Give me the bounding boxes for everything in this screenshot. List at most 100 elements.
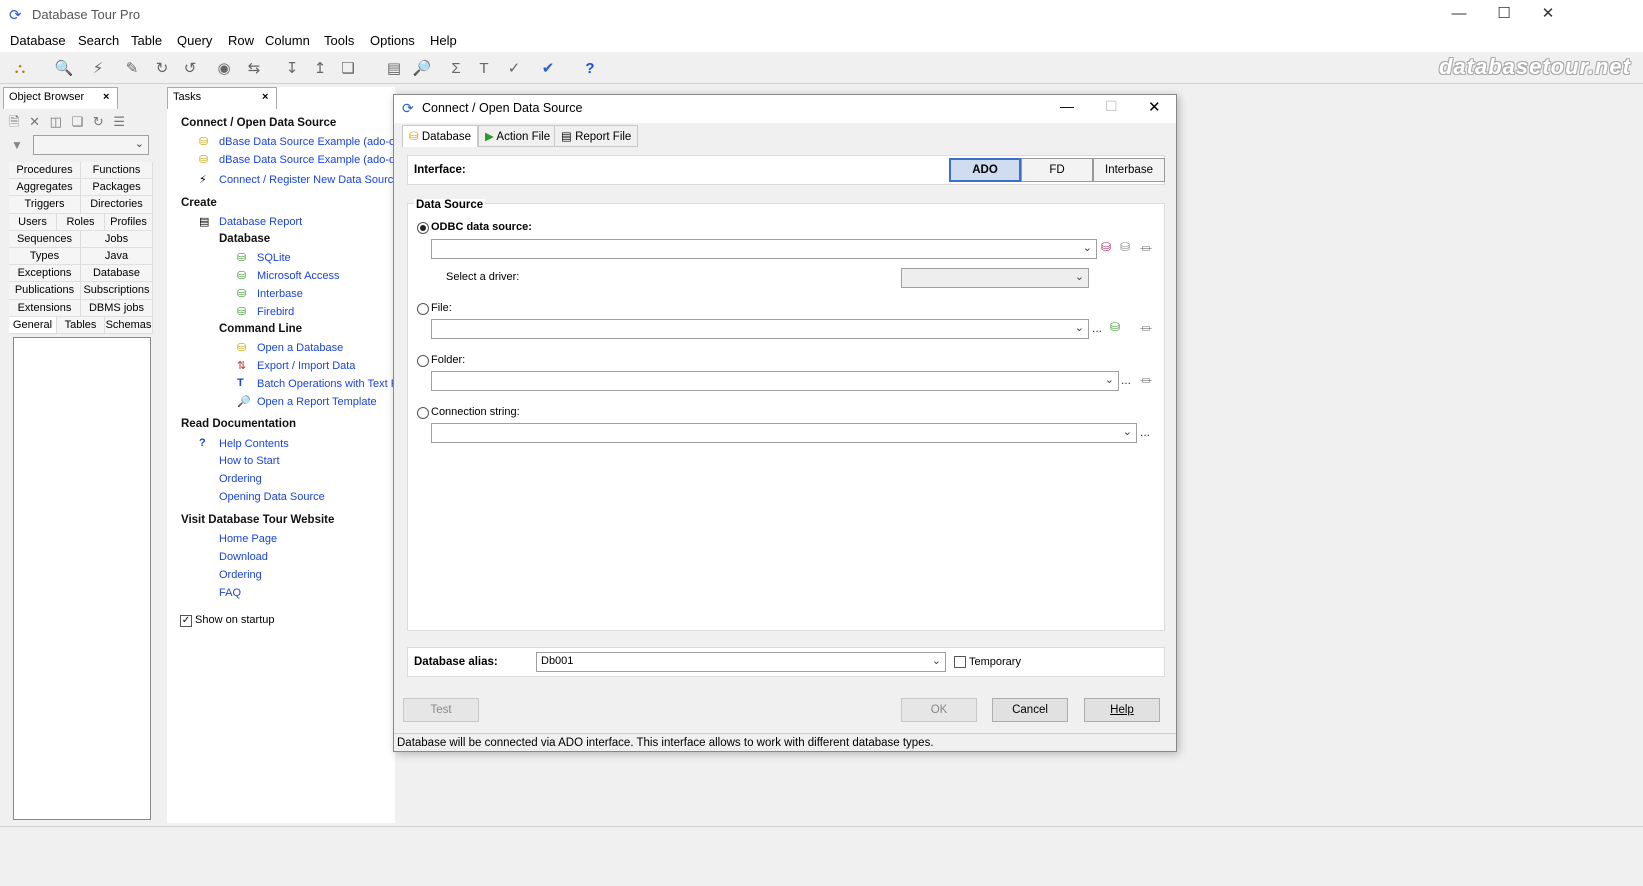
replace-icon[interactable]: ⇆ bbox=[242, 56, 266, 80]
create-sqlite-link[interactable]: SQLite bbox=[257, 252, 291, 264]
menu-query[interactable]: Query bbox=[177, 33, 212, 48]
object-type-packages[interactable]: Packages bbox=[81, 179, 153, 196]
odbc-radio[interactable] bbox=[417, 222, 429, 234]
interface-ado-button[interactable]: ADO bbox=[949, 158, 1021, 182]
object-type-roles[interactable]: Roles bbox=[57, 213, 105, 230]
connection-string-combo[interactable]: ⌄ bbox=[431, 423, 1137, 443]
help-button[interactable]: Help bbox=[1084, 698, 1160, 722]
new-icon[interactable]: 🗎 bbox=[9, 114, 19, 129]
object-type-sequences[interactable]: Sequences bbox=[9, 230, 81, 247]
object-type-java[interactable]: Java bbox=[81, 247, 153, 265]
create-firebird-link[interactable]: Firebird bbox=[257, 306, 294, 318]
delete-icon[interactable]: ✕ bbox=[29, 114, 40, 129]
database-gray-icon[interactable]: ⛁ bbox=[1120, 240, 1130, 254]
browse-connection-button[interactable]: ... bbox=[1140, 425, 1150, 439]
tab-database[interactable]: ⛁ Database bbox=[402, 125, 479, 147]
close-button[interactable]: ✕ bbox=[1525, 0, 1571, 30]
connect-item-link[interactable]: dBase Data Source Example (ado-odbc) bbox=[219, 136, 417, 148]
alias-combo[interactable]: Db001 ⌄ bbox=[536, 652, 946, 672]
refresh-icon[interactable]: ↻ bbox=[93, 114, 104, 129]
object-type-directories[interactable]: Directories bbox=[81, 196, 153, 213]
connection-string-radio[interactable] bbox=[417, 407, 429, 419]
object-type-functions[interactable]: Functions bbox=[81, 162, 153, 179]
object-type-triggers[interactable]: Triggers bbox=[9, 196, 81, 213]
report-icon[interactable]: ▤ bbox=[382, 56, 406, 80]
plug-icon[interactable]: ⏛ bbox=[1140, 372, 1152, 389]
cancel-button[interactable]: Cancel bbox=[992, 698, 1068, 722]
object-type-publications[interactable]: Publications bbox=[9, 282, 81, 299]
object-list[interactable] bbox=[13, 337, 151, 820]
sum-icon[interactable]: Σ bbox=[444, 56, 468, 80]
object-type-types[interactable]: Types bbox=[9, 247, 81, 265]
copy-icon[interactable]: ❏ bbox=[336, 56, 360, 80]
tab-tables[interactable]: Tables bbox=[57, 316, 105, 333]
database-green-icon[interactable]: ⛁ bbox=[1110, 320, 1120, 334]
database-report-link[interactable]: Database Report bbox=[219, 216, 302, 228]
odbc-source-combo[interactable]: ⌄ bbox=[431, 239, 1097, 259]
object-browser-tab[interactable]: Object Browser × bbox=[3, 87, 118, 109]
file-radio[interactable] bbox=[417, 303, 429, 315]
menu-search[interactable]: Search bbox=[78, 33, 119, 48]
menu-tools[interactable]: Tools bbox=[324, 33, 354, 48]
object-type-profiles[interactable]: Profiles bbox=[105, 213, 153, 230]
driver-combo[interactable]: ⌄ bbox=[901, 268, 1089, 288]
interface-interbase-button[interactable]: Interbase bbox=[1093, 158, 1165, 182]
connect-item-link[interactable]: dBase Data Source Example (ado-direct) bbox=[219, 154, 420, 166]
object-icon[interactable]: ◫ bbox=[50, 114, 62, 129]
tasks-tab[interactable]: Tasks × bbox=[167, 87, 277, 109]
menu-table[interactable]: Table bbox=[131, 33, 162, 48]
undo-icon[interactable]: ↺ bbox=[178, 56, 202, 80]
connect-register-link[interactable]: Connect / Register New Data Source... bbox=[219, 174, 409, 186]
menu-column[interactable]: Column bbox=[265, 33, 310, 48]
open-database-icon[interactable]: ⛬ bbox=[8, 56, 32, 80]
object-type-subscriptions[interactable]: Subscriptions bbox=[81, 282, 153, 299]
browse-folder-button[interactable]: ... bbox=[1121, 373, 1131, 387]
opening-data-source-link[interactable]: Opening Data Source bbox=[219, 491, 325, 503]
help-icon[interactable]: ? bbox=[578, 56, 602, 80]
list-icon[interactable]: ☰ bbox=[113, 114, 125, 129]
find-icon[interactable]: 🔍 bbox=[52, 56, 76, 80]
object-type-exceptions[interactable]: Exceptions bbox=[9, 265, 81, 282]
menu-help[interactable]: Help bbox=[430, 33, 457, 48]
object-type-aggregates[interactable]: Aggregates bbox=[9, 179, 81, 196]
ordering-doc-link[interactable]: Ordering bbox=[219, 473, 262, 485]
help-contents-link[interactable]: Help Contents bbox=[219, 438, 289, 450]
filter-icon[interactable]: ▼ bbox=[11, 138, 23, 152]
object-filter-combo[interactable]: ⌄ bbox=[33, 135, 149, 155]
ordering-web-link[interactable]: Ordering bbox=[219, 569, 262, 581]
binoculars-icon[interactable]: ◉ bbox=[212, 56, 236, 80]
object-type-database-links[interactable]: Database links bbox=[81, 265, 153, 296]
create-interbase-link[interactable]: Interbase bbox=[257, 288, 303, 300]
redo-icon[interactable]: ↻ bbox=[150, 56, 174, 80]
create-access-link[interactable]: Microsoft Access bbox=[257, 270, 340, 282]
cmd-report-template-link[interactable]: Open a Report Template bbox=[257, 396, 377, 408]
import-icon[interactable]: ↧ bbox=[280, 56, 304, 80]
temporary-checkbox[interactable] bbox=[954, 656, 966, 668]
dialog-minimize-button[interactable]: — bbox=[1060, 98, 1074, 114]
dialog-maximize-button[interactable]: ☐ bbox=[1105, 98, 1118, 115]
faq-link[interactable]: FAQ bbox=[219, 587, 241, 599]
edit-icon[interactable]: ✎ bbox=[120, 56, 144, 80]
check-edit-icon[interactable]: ✓ bbox=[502, 56, 526, 80]
copy-icon[interactable]: ❏ bbox=[72, 114, 84, 129]
cmd-export-import-link[interactable]: Export / Import Data bbox=[257, 360, 355, 372]
test-button[interactable]: Test bbox=[403, 698, 479, 722]
tab-report-file[interactable]: ▤ Report File bbox=[554, 125, 639, 147]
home-page-link[interactable]: Home Page bbox=[219, 533, 277, 545]
object-type-dbms-jobs[interactable]: DBMS jobs bbox=[81, 299, 153, 316]
text-icon[interactable]: T bbox=[472, 56, 496, 80]
tab-general[interactable]: General bbox=[9, 316, 57, 333]
tab-action-file[interactable]: ▶ Action File bbox=[478, 125, 558, 147]
object-type-extensions[interactable]: Extensions bbox=[9, 299, 81, 316]
preview-icon[interactable]: 🔎 bbox=[410, 56, 434, 80]
minimize-button[interactable]: — bbox=[1436, 0, 1482, 30]
spell-check-icon[interactable]: ✔ bbox=[536, 56, 560, 80]
show-on-startup-checkbox[interactable]: ✓ bbox=[180, 615, 192, 627]
object-type-procedures[interactable]: Procedures bbox=[9, 162, 81, 179]
maximize-button[interactable]: ☐ bbox=[1481, 0, 1527, 30]
browse-file-button[interactable]: ... bbox=[1092, 321, 1102, 335]
cmd-open-database-link[interactable]: Open a Database bbox=[257, 342, 343, 354]
execute-icon[interactable]: ⚡ bbox=[86, 56, 110, 80]
plug-icon[interactable]: ⏛ bbox=[1140, 240, 1152, 257]
menu-database[interactable]: Database bbox=[10, 33, 66, 48]
